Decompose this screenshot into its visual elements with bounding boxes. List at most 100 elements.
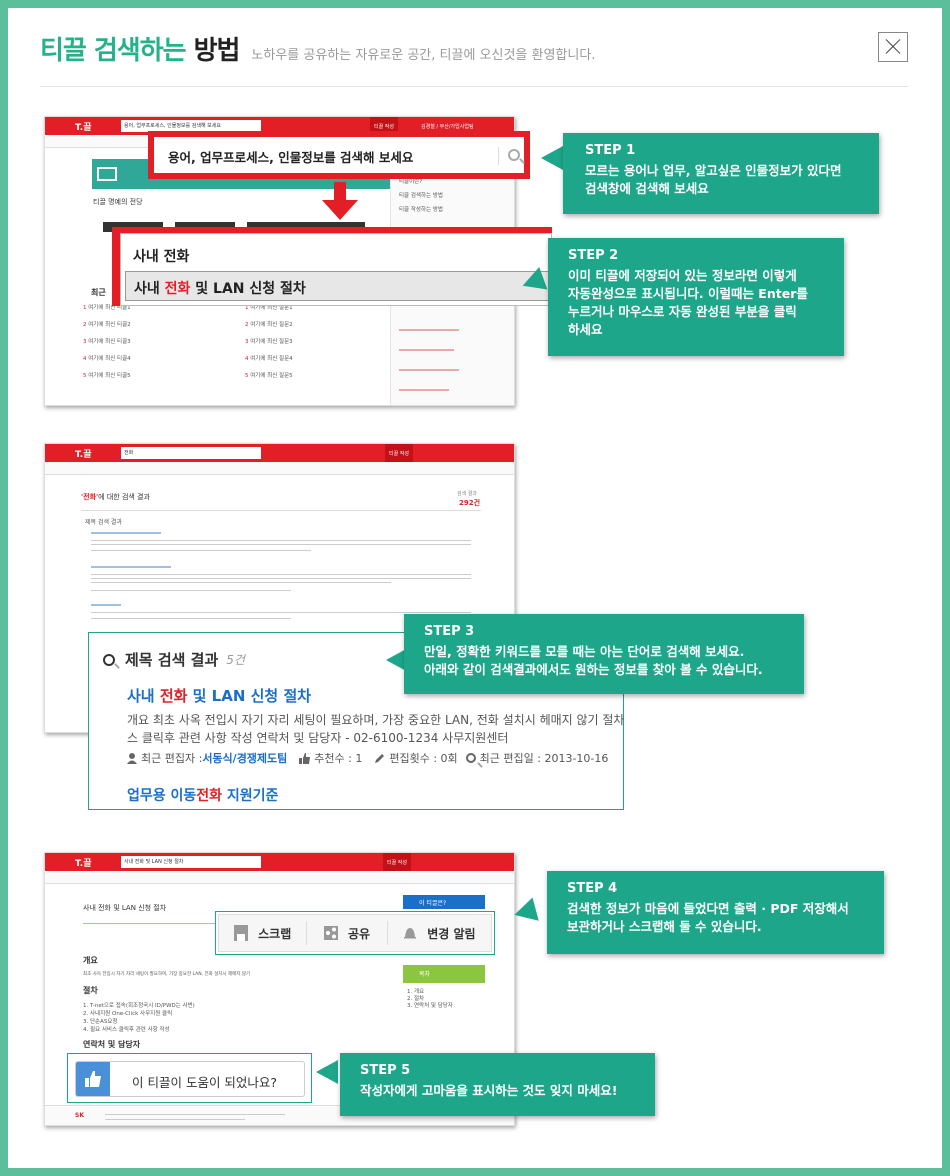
header-divider [40, 86, 908, 87]
sidebar-feed [399, 319, 499, 399]
change-alert-button[interactable]: 변경 알림 [388, 925, 491, 942]
step-2-title: STEP 2 [568, 248, 619, 263]
toc-item[interactable]: 1. 개요 [407, 987, 453, 995]
pencil-icon [375, 753, 385, 763]
sidebar-item[interactable]: 티끌 검색하는 방법 [399, 191, 443, 205]
step-5-callout: STEP 5 작성자에게 고마움을 표시하는 것도 잊지 마세요! [340, 1053, 655, 1116]
recent-tikkeul-item[interactable]: 3 여기에 최신 티끌3 [83, 337, 233, 354]
scrap-button[interactable]: 스크랩 [219, 925, 306, 942]
sidebar-item[interactable]: 티끌 작성하는 방법 [399, 205, 443, 219]
meta-editor[interactable]: 서동식/경쟁제도팀 [202, 750, 287, 766]
list-item-label: 티끌 검색하는 방법 [399, 193, 443, 199]
app-subnav-3 [45, 871, 514, 884]
sidebar-item[interactable]: 티끌이란? [399, 177, 443, 191]
monitor-icon [97, 167, 117, 181]
recent-list-left: 1 여기에 최신 티끌1 2 여기에 최신 티끌2 3 여기에 최신 티끌3 4 여기… [83, 303, 233, 388]
procedure-item[interactable]: 2. 사내지원 One-Click 사무지원 클릭 [83, 1009, 195, 1017]
result-2-highlight: 전화 [196, 788, 223, 804]
meta-date: 최근 편집일 : 2013-10-16 [479, 752, 609, 765]
zoom-heading-count: 5건 [226, 653, 245, 667]
recent-tikkeul-item[interactable]: 2 여기에 최신 티끌2 [83, 320, 233, 337]
result-title-rest: 에 대한 검색 결과 [98, 493, 150, 501]
result-1-desc-2: 스 클릭후 관련 사항 작성 연락처 및 담당자 - 02-6100-1234 … [127, 731, 509, 745]
mini-search-input-3[interactable]: 사내 전화 및 LAN 신청 절차 [121, 856, 261, 868]
recent-question-item[interactable]: 3 여기에 최신 질문3 [245, 337, 385, 354]
recent-question-item[interactable]: 5 여기에 최신 질문5 [245, 371, 385, 388]
step-4-line-1: 검색한 정보가 마음에 들었다면 출력 · PDF 저장해서 [567, 901, 849, 916]
mini-search-input-2[interactable]: 전화 [121, 447, 261, 459]
sidebar-items: 티끌이란? 티끌 검색하는 방법티끌 작성하는 방법 [399, 177, 443, 219]
step-1-title: STEP 1 [585, 143, 636, 158]
doc-section-overview: 개요 [83, 956, 98, 965]
toc-title: 목차 [419, 971, 431, 978]
app-logo-3: T.끌 [75, 859, 92, 869]
procedure-item[interactable]: 3. 단순AS요청 [83, 1017, 195, 1025]
step-2-line-2: 자동완성으로 표시됩니다. 이럴때는 Enter를 [568, 286, 808, 301]
share-button[interactable]: 공유 [307, 925, 386, 942]
result-2-title[interactable]: 업무용 이동전화 지원기준 [127, 785, 278, 805]
autocomplete-input[interactable]: 사내 전화 [133, 246, 189, 266]
toc-item[interactable]: 3. 연락처 및 담당자 [407, 1001, 453, 1009]
zoom-search-field[interactable]: 용어, 업무프로세스, 인물정보를 검색해 보세요 [154, 137, 524, 173]
close-button[interactable] [878, 32, 908, 62]
step-5-pointer [316, 1060, 338, 1084]
app-topbar-2: T.끌 전화 티끌 작성 [45, 444, 514, 462]
step-2-line-3: 누르거나 마우스로 자동 완성된 부분을 클릭 [568, 304, 797, 319]
result-1-meta: 최근 편집자 : 서동식/경쟁제도팀 추천수 : 1 편집횟수 : 0회 최근 … [127, 750, 608, 766]
sk-logo: SK [75, 1112, 84, 1119]
suggestion-post: 및 LAN 신청 절차 [190, 281, 306, 297]
recent-tikkeul-item[interactable]: 4 여기에 최신 티끌4 [83, 354, 233, 371]
result-title: '전화'에 대한 검색 결과 [81, 492, 150, 502]
list-item-label: 여기에 최신 티끌3 [88, 339, 131, 345]
step-2-line-4: 하세요 [568, 322, 603, 337]
zoom-autocomplete: 사내 전화 사내 전화 및 LAN 신청 절차 [112, 227, 552, 306]
change-alert-label: 변경 알림 [427, 926, 476, 941]
doc-title: 사내 전화 및 LAN 신청 절차 [83, 904, 167, 912]
result-1-pre: 사내 [127, 687, 160, 705]
result-1-highlight: 전화 [159, 687, 188, 705]
list-item-label: 4. 필요 서비스 클릭후 관련 사항 작성 [83, 1027, 170, 1033]
recent-question-item[interactable]: 4 여기에 최신 질문4 [245, 354, 385, 371]
list-item-label: 여기에 최신 티끌2 [88, 322, 131, 328]
list-item-label: 여기에 최신 티끌5 [88, 373, 131, 379]
doc-section-contact: 연락처 및 담당자 [83, 1040, 141, 1049]
step-3-title: STEP 3 [424, 624, 475, 639]
meta-edits: 편집횟수 : 0회 [389, 752, 458, 765]
helpful-label: 이 티끌이 도움이 되었나요? [132, 1075, 278, 1090]
result-title-keyword: '전화' [81, 493, 99, 501]
result-2-post: 지원기준 [222, 788, 279, 804]
step-2-callout: STEP 2 이미 티끌에 저장되어 있는 정보라면 이렇게 자동완성으로 표시… [548, 238, 844, 356]
meta-recommend: 추천수 : 1 [314, 752, 363, 765]
result-1-desc: 개요 최초 사옥 전입시 자기 자리 세팅이 필요하며, 가장 중요한 LAN,… [127, 713, 625, 727]
list-item-label: 여기에 최신 질문5 [250, 373, 293, 379]
write-button-2[interactable]: 티끌 작성 [385, 444, 413, 462]
thumbs-up-icon [85, 1071, 101, 1087]
autocomplete-suggestion[interactable]: 사내 전화 및 LAN 신청 절차 [125, 271, 549, 301]
step-2-line-1: 이미 티끌에 저장되어 있는 정보라면 이렇게 [568, 268, 797, 283]
procedure-item[interactable]: 1. T-net으로 접속(회조청국시 ID/PWD는 사번) [83, 1001, 195, 1009]
page-title-green: 티끌 검색하는 [40, 36, 187, 66]
bell-icon [404, 928, 417, 939]
step-1-line-2: 검색창에 검색해 보세요 [585, 181, 709, 196]
step-4-callout: STEP 4 검색한 정보가 마음에 들었다면 출력 · PDF 저장해서 보관… [547, 871, 884, 954]
doc-procedure-list: 1. T-net으로 접속(회조청국시 ID/PWD는 사번) 2. 사내지원 O… [83, 1001, 195, 1033]
step-1-callout: STEP 1 모르는 용어나 업무, 알고싶은 인물정보가 있다면 검색창에 검… [563, 133, 879, 214]
toc-header: 목차 [403, 965, 485, 983]
helpful-button[interactable]: 이 티끌이 도움이 되었나요? [75, 1061, 305, 1097]
doc-side-header: 이 티끌은? [403, 895, 485, 909]
step-1-line-1: 모르는 용어나 업무, 알고싶은 인물정보가 있다면 [585, 163, 842, 178]
list-item-label: 티끌이란? [399, 179, 423, 185]
recent-tikkeul-item[interactable]: 5 여기에 최신 티끌5 [83, 371, 233, 388]
toc-item[interactable]: 2. 절차 [407, 994, 453, 1002]
result-1-title[interactable]: 사내 전화 및 LAN 신청 절차 [127, 685, 311, 706]
zoom-search-box: 용어, 업무프로세스, 인물정보를 검색해 보세요 [148, 131, 530, 179]
app-subnav-2 [45, 462, 514, 475]
list-item-label: 여기에 최신 질문4 [250, 356, 293, 362]
search-icon[interactable] [508, 149, 520, 161]
procedure-item[interactable]: 4. 필요 서비스 클릭후 관련 사항 작성 [83, 1025, 195, 1033]
recent-question-item[interactable]: 2 여기에 최신 질문2 [245, 320, 385, 337]
write-button-3[interactable]: 티끌 작성 [383, 853, 411, 871]
step-5-title: STEP 5 [360, 1063, 411, 1078]
app-topbar-3: T.끌 사내 전화 및 LAN 신청 절차 티끌 작성 [45, 853, 514, 871]
step-1-pointer [541, 146, 563, 170]
